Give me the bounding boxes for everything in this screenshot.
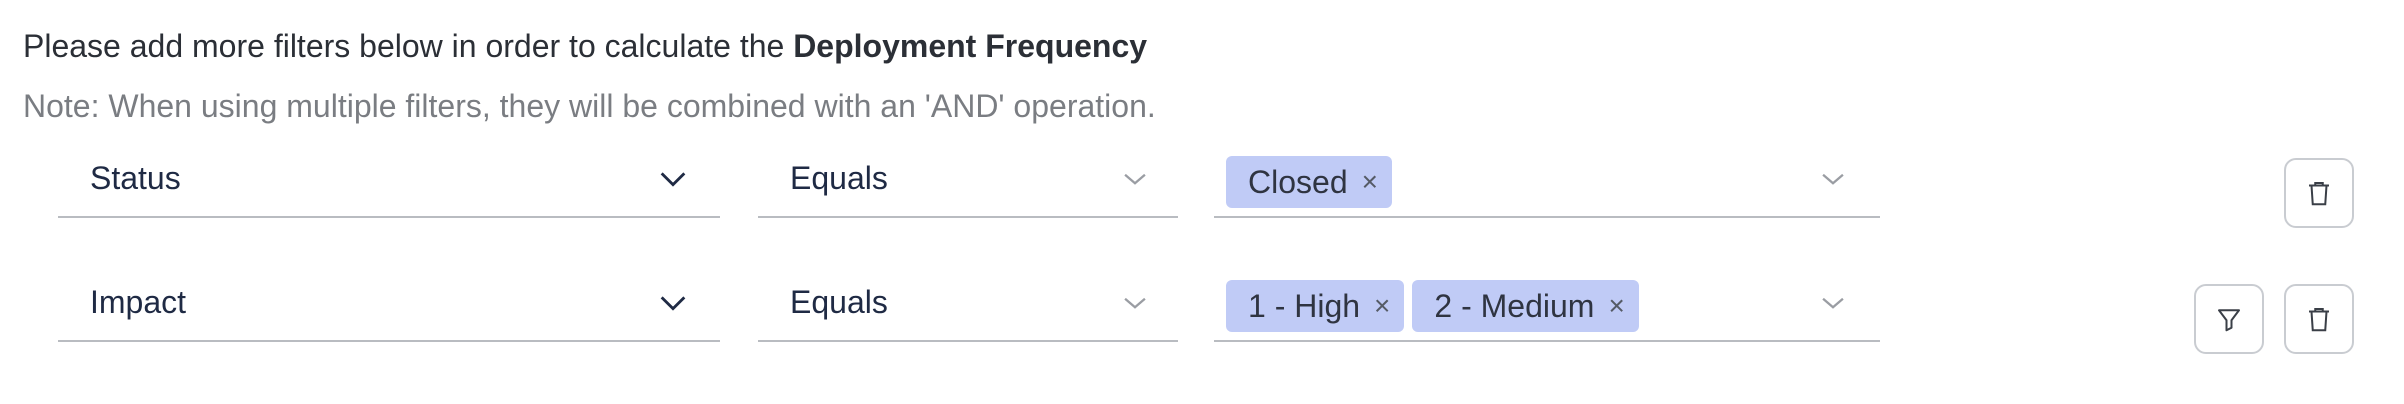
chevron-down-icon	[1124, 173, 1146, 185]
field-select-value: Status	[90, 160, 181, 196]
value-tag: 1 - High ×	[1226, 280, 1405, 332]
operator-select-value: Equals	[790, 284, 888, 320]
close-icon[interactable]: ×	[1374, 292, 1390, 320]
close-icon[interactable]: ×	[1608, 292, 1624, 320]
operator-select[interactable]: Equals	[758, 264, 1178, 342]
field-select-value: Impact	[90, 284, 187, 320]
value-tag: Closed ×	[1226, 156, 1392, 208]
operator-select[interactable]: Equals	[758, 140, 1178, 218]
chevron-down-icon	[1124, 297, 1146, 309]
value-tag: 2 - Medium ×	[1412, 280, 1639, 332]
trash-icon	[2309, 182, 2329, 206]
chevron-down-icon	[660, 296, 686, 311]
metric-name: Deployment Frequency	[793, 28, 1148, 64]
trash-icon	[2309, 308, 2329, 332]
value-tag-label: Closed	[1248, 163, 1348, 200]
instructions-text: Please add more filters below in order t…	[23, 28, 794, 64]
operator-select-value: Equals	[790, 160, 888, 196]
value-tag-label: 1 - High	[1248, 287, 1361, 324]
filter-row: Status Equals Closed ×	[0, 140, 2404, 240]
value-multiselect[interactable]: 1 - High × 2 - Medium ×	[1214, 264, 1880, 342]
filter-row: Impact Equals 1 - High × 2 - Medium ×	[0, 264, 2404, 364]
field-select[interactable]: Impact	[58, 264, 720, 342]
filter-instructions: Please add more filters below in order t…	[23, 24, 1147, 68]
chevron-down-icon	[660, 172, 686, 187]
chevron-down-icon	[1822, 297, 1844, 309]
selected-values: Closed ×	[1226, 156, 1392, 208]
close-icon[interactable]: ×	[1362, 168, 1378, 196]
field-select[interactable]: Status	[58, 140, 720, 218]
value-multiselect[interactable]: Closed ×	[1214, 140, 1880, 218]
funnel-icon	[2218, 309, 2240, 332]
delete-filter-button[interactable]	[2284, 284, 2354, 354]
delete-filter-button[interactable]	[2284, 158, 2354, 228]
value-tag-label: 2 - Medium	[1434, 287, 1595, 324]
add-filter-button[interactable]	[2194, 284, 2264, 354]
chevron-down-icon	[1822, 173, 1844, 185]
filter-note: Note: When using multiple filters, they …	[23, 88, 1156, 124]
selected-values: 1 - High × 2 - Medium ×	[1226, 280, 1639, 332]
